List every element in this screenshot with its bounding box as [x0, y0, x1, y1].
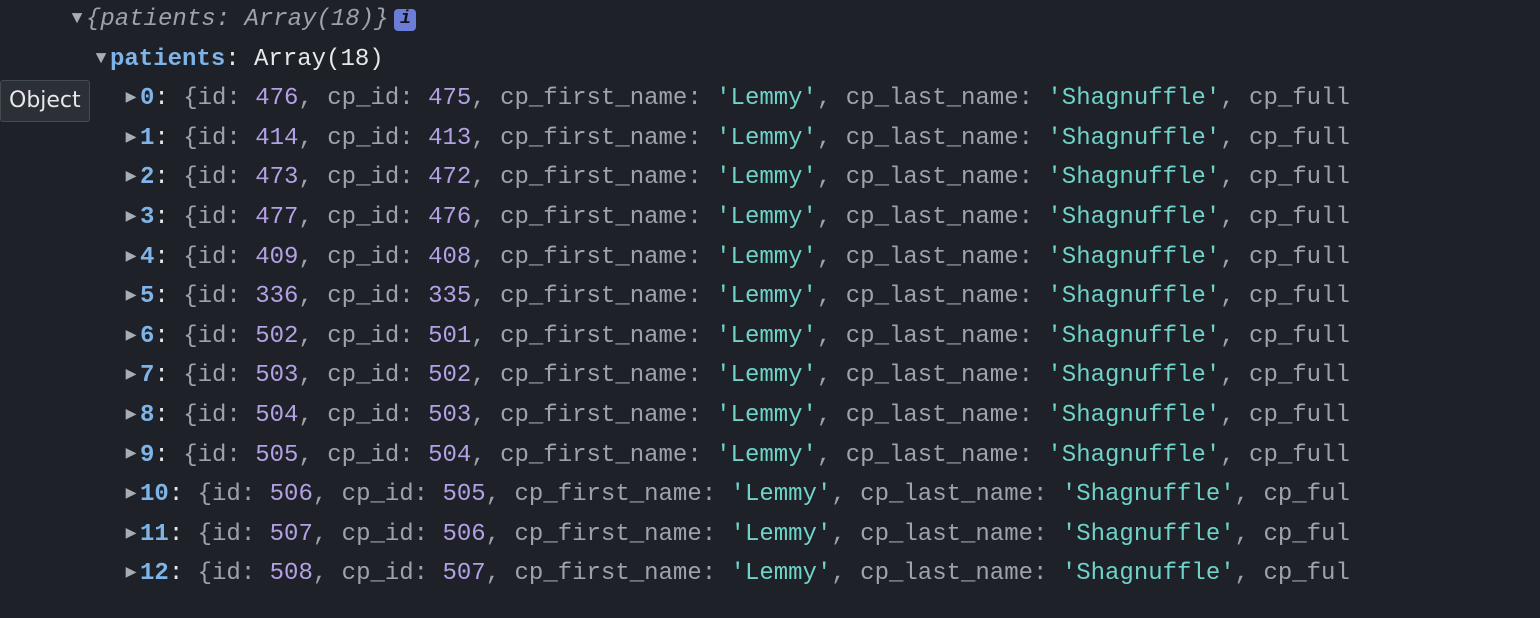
expand-arrow-icon[interactable] [122, 203, 140, 233]
tree-row-array-item[interactable]: 4: {id: 409, cp_id: 408, cp_first_name: … [30, 238, 1540, 278]
type-tooltip: Object [0, 80, 90, 122]
object-preview: {id: 503, cp_id: 502, cp_first_name: 'Le… [183, 356, 1350, 396]
array-index: 0 [140, 79, 154, 119]
expand-arrow-icon[interactable] [122, 243, 140, 273]
array-index: 2 [140, 158, 154, 198]
property-key: patients [110, 40, 225, 80]
object-preview: {id: 409, cp_id: 408, cp_first_name: 'Le… [183, 238, 1350, 278]
tree-row-array-item[interactable]: 12: {id: 508, cp_id: 507, cp_first_name:… [30, 554, 1540, 594]
expand-arrow-icon[interactable] [122, 520, 140, 550]
property-value: Array(18) [254, 40, 384, 80]
tree-row-array-item[interactable]: 5: {id: 336, cp_id: 335, cp_first_name: … [30, 277, 1540, 317]
expand-arrow-icon[interactable] [122, 440, 140, 470]
tree-row-array-item[interactable]: 8: {id: 504, cp_id: 503, cp_first_name: … [30, 396, 1540, 436]
object-preview: {id: 506, cp_id: 505, cp_first_name: 'Le… [198, 475, 1350, 515]
object-preview: {id: 502, cp_id: 501, cp_first_name: 'Le… [183, 317, 1350, 357]
tree-row-patients[interactable]: patients: Array(18) [30, 40, 1540, 80]
expand-arrow-icon[interactable] [122, 559, 140, 589]
object-preview: {id: 504, cp_id: 503, cp_first_name: 'Le… [183, 396, 1350, 436]
array-entries: 0: {id: 476, cp_id: 475, cp_first_name: … [30, 79, 1540, 594]
expand-arrow-icon[interactable] [122, 282, 140, 312]
object-preview: {id: 473, cp_id: 472, cp_first_name: 'Le… [183, 158, 1350, 198]
tree-row-array-item[interactable]: 2: {id: 473, cp_id: 472, cp_first_name: … [30, 158, 1540, 198]
object-preview: {id: 508, cp_id: 507, cp_first_name: 'Le… [198, 554, 1350, 594]
array-index: 7 [140, 356, 154, 396]
expand-arrow-icon[interactable] [122, 322, 140, 352]
array-index: 10 [140, 475, 169, 515]
array-index: 1 [140, 119, 154, 159]
tree-row-array-item[interactable]: 11: {id: 507, cp_id: 506, cp_first_name:… [30, 515, 1540, 555]
tree-row-array-item[interactable]: 3: {id: 477, cp_id: 476, cp_first_name: … [30, 198, 1540, 238]
object-summary: {patients: Array(18)} [86, 0, 388, 40]
tree-row-array-item[interactable]: 6: {id: 502, cp_id: 501, cp_first_name: … [30, 317, 1540, 357]
array-index: 3 [140, 198, 154, 238]
info-icon[interactable]: i [394, 9, 416, 31]
console-object-tree: {patients: Array(18)} i patients: Array(… [0, 0, 1540, 594]
tree-row-root[interactable]: {patients: Array(18)} i [30, 0, 1540, 40]
array-index: 8 [140, 396, 154, 436]
tree-row-array-item[interactable]: 0: {id: 476, cp_id: 475, cp_first_name: … [30, 79, 1540, 119]
expand-arrow-icon[interactable] [122, 84, 140, 114]
expand-arrow-icon[interactable] [122, 124, 140, 154]
object-preview: {id: 477, cp_id: 476, cp_first_name: 'Le… [183, 198, 1350, 238]
tree-row-array-item[interactable]: 9: {id: 505, cp_id: 504, cp_first_name: … [30, 436, 1540, 476]
expand-arrow-icon[interactable] [122, 480, 140, 510]
expand-arrow-icon[interactable] [68, 5, 86, 35]
array-index: 6 [140, 317, 154, 357]
array-index: 5 [140, 277, 154, 317]
object-preview: {id: 414, cp_id: 413, cp_first_name: 'Le… [183, 119, 1350, 159]
expand-arrow-icon[interactable] [122, 361, 140, 391]
object-preview: {id: 476, cp_id: 475, cp_first_name: 'Le… [183, 79, 1350, 119]
array-index: 9 [140, 436, 154, 476]
tree-row-array-item[interactable]: 7: {id: 503, cp_id: 502, cp_first_name: … [30, 356, 1540, 396]
expand-arrow-icon[interactable] [122, 401, 140, 431]
object-preview: {id: 336, cp_id: 335, cp_first_name: 'Le… [183, 277, 1350, 317]
expand-arrow-icon[interactable] [122, 163, 140, 193]
expand-arrow-icon[interactable] [92, 45, 110, 75]
object-preview: {id: 505, cp_id: 504, cp_first_name: 'Le… [183, 436, 1350, 476]
tree-row-array-item[interactable]: 10: {id: 506, cp_id: 505, cp_first_name:… [30, 475, 1540, 515]
array-index: 4 [140, 238, 154, 278]
array-index: 11 [140, 515, 169, 555]
array-index: 12 [140, 554, 169, 594]
object-preview: {id: 507, cp_id: 506, cp_first_name: 'Le… [198, 515, 1350, 555]
tree-row-array-item[interactable]: 1: {id: 414, cp_id: 413, cp_first_name: … [30, 119, 1540, 159]
